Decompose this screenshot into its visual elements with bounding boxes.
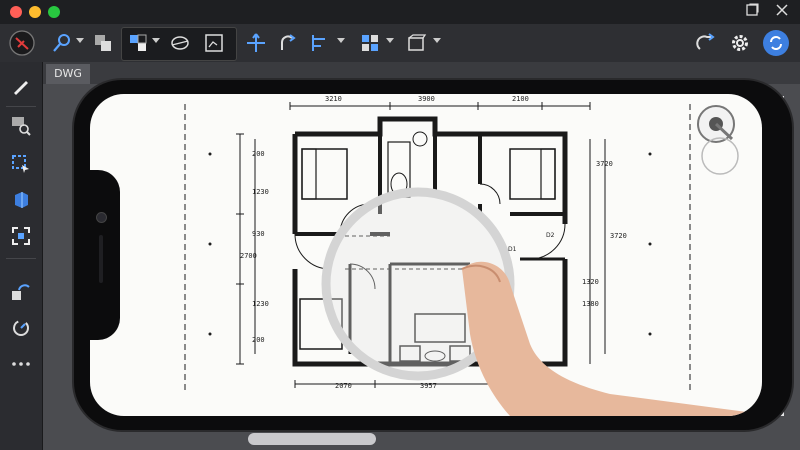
minimize-window-icon[interactable] bbox=[29, 6, 41, 18]
floor-plan-canvas[interactable] bbox=[90, 94, 762, 416]
select-icon[interactable] bbox=[7, 150, 35, 178]
left-toolbar bbox=[0, 62, 43, 450]
tab-dwg[interactable]: DWG bbox=[46, 64, 90, 84]
pan-icon[interactable] bbox=[7, 278, 35, 306]
phone-notch bbox=[88, 170, 120, 340]
maximize-window-icon[interactable] bbox=[48, 6, 60, 18]
restore-window-icon[interactable] bbox=[745, 3, 759, 21]
dimension-left-6: 200 bbox=[252, 336, 265, 344]
chevron-down-icon[interactable] bbox=[76, 38, 84, 43]
move-icon[interactable] bbox=[242, 29, 270, 57]
dimension-top-2: 3900 bbox=[418, 95, 435, 103]
dimension-left-3: 930 bbox=[252, 230, 265, 238]
floor-plan-drawing bbox=[184, 102, 762, 416]
chevron-down-icon[interactable] bbox=[386, 38, 394, 43]
finger-shape bbox=[462, 261, 762, 416]
layers-icon[interactable] bbox=[89, 29, 117, 57]
dimension-top-3: 2100 bbox=[512, 95, 529, 103]
dimension-right-2: 3720 bbox=[610, 232, 627, 240]
dimension-left-1: 200 bbox=[252, 150, 265, 158]
chevron-down-icon[interactable] bbox=[152, 38, 160, 43]
draw-icon[interactable] bbox=[7, 72, 35, 100]
chevron-down-icon[interactable] bbox=[433, 38, 441, 43]
title-bar bbox=[0, 0, 800, 24]
scroll-handle[interactable] bbox=[248, 433, 376, 445]
layer-off-icon[interactable] bbox=[166, 29, 194, 57]
tool-divider bbox=[6, 106, 36, 107]
zoom-window-icon[interactable] bbox=[7, 112, 35, 140]
dimension-left-4: 2700 bbox=[240, 252, 257, 260]
speaker-slot bbox=[99, 235, 103, 283]
isolate-icon[interactable] bbox=[200, 29, 228, 57]
grid-icon[interactable] bbox=[356, 29, 384, 57]
plan-label-d1: D1 bbox=[508, 246, 517, 253]
app-logo-icon[interactable] bbox=[8, 29, 36, 57]
plan-label-d2: D2 bbox=[546, 232, 555, 239]
tool-divider bbox=[6, 258, 36, 259]
dimension-right-4: 1380 bbox=[582, 300, 599, 308]
user-icon[interactable] bbox=[762, 29, 790, 57]
sync-icon[interactable] bbox=[692, 29, 720, 57]
layer-swap-icon[interactable] bbox=[124, 29, 152, 57]
align-icon[interactable] bbox=[306, 29, 334, 57]
dimension-bottom-2: 3957 bbox=[420, 382, 437, 390]
dimension-top-1: 3210 bbox=[325, 95, 342, 103]
dimension-left-5: 1230 bbox=[252, 300, 269, 308]
dimension-bottom-1: 2070 bbox=[335, 382, 352, 390]
camera-icon bbox=[96, 212, 107, 223]
3d-box-icon[interactable] bbox=[7, 186, 35, 214]
rotate-icon[interactable] bbox=[274, 29, 302, 57]
dimension-right-1: 3720 bbox=[596, 160, 613, 168]
settings-icon[interactable] bbox=[726, 29, 754, 57]
fit-icon[interactable] bbox=[7, 222, 35, 250]
dimension-left-2: 1230 bbox=[252, 188, 269, 196]
app-close-icon[interactable] bbox=[775, 3, 789, 21]
chevron-down-icon[interactable] bbox=[337, 38, 345, 43]
compass-icon[interactable] bbox=[697, 105, 739, 175]
more-icon[interactable] bbox=[7, 350, 35, 378]
block-icon[interactable] bbox=[402, 29, 430, 57]
main-toolbar bbox=[0, 24, 800, 63]
dimension-right-3: 1320 bbox=[582, 278, 599, 286]
pen-tool-icon[interactable] bbox=[48, 29, 76, 57]
close-window-icon[interactable] bbox=[10, 6, 22, 18]
measure-icon[interactable] bbox=[7, 314, 35, 342]
